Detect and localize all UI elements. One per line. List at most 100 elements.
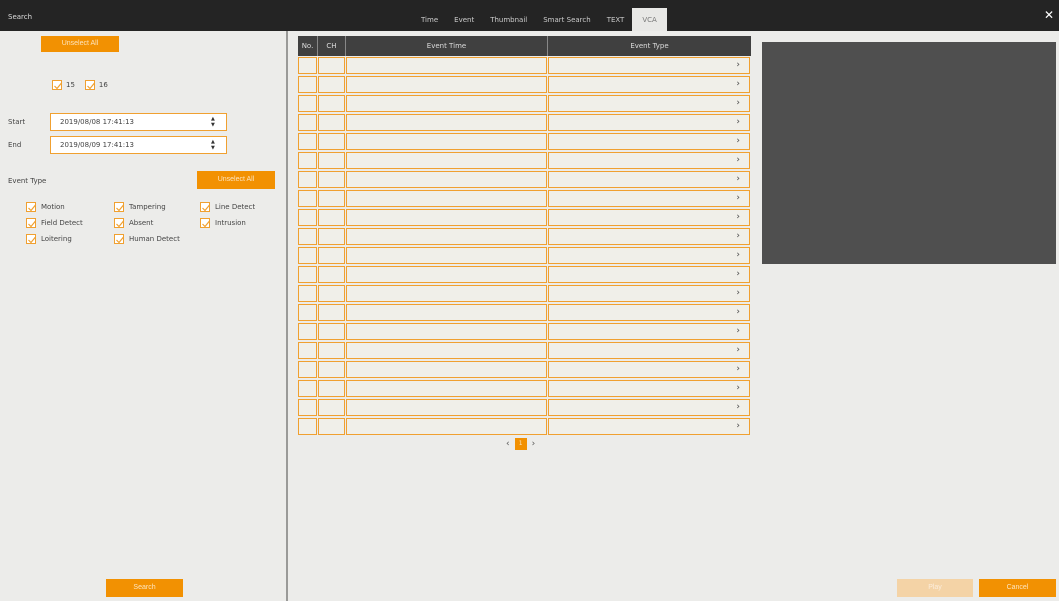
chevron-right-icon[interactable]: › [736, 117, 740, 127]
cell-no [298, 209, 317, 226]
cell-ch [318, 152, 345, 169]
prev-page-icon[interactable]: ‹ [506, 439, 510, 449]
tab-thumbnail[interactable]: Thumbnail [482, 8, 535, 31]
cell-event-type: › [548, 76, 750, 93]
play-button[interactable]: Play [897, 579, 973, 597]
unselect-all-events-button[interactable]: Unselect All [197, 171, 275, 189]
chevron-right-icon[interactable]: › [736, 383, 740, 393]
table-row[interactable]: › [298, 322, 751, 341]
cell-event-time [346, 76, 547, 93]
table-row[interactable]: › [298, 265, 751, 284]
cell-event-type: › [548, 114, 750, 131]
search-button[interactable]: Search [106, 579, 183, 597]
event-motion[interactable]: Motion [26, 202, 65, 212]
col-event-type-header: Event Type [630, 42, 669, 50]
event-field-detect[interactable]: Field Detect [26, 218, 83, 228]
cancel-button[interactable]: Cancel [979, 579, 1056, 597]
tab-vca[interactable]: VCA [632, 8, 667, 31]
table-row[interactable]: › [298, 189, 751, 208]
event-human-detect[interactable]: Human Detect [114, 234, 180, 244]
chevron-right-icon[interactable]: › [736, 250, 740, 260]
cell-event-type: › [548, 171, 750, 188]
table-row[interactable]: › [298, 113, 751, 132]
event-absent[interactable]: Absent [114, 218, 153, 228]
chevron-right-icon[interactable]: › [736, 326, 740, 336]
event-tampering[interactable]: Tampering [114, 202, 166, 212]
chevron-right-icon[interactable]: › [736, 269, 740, 279]
event-line-detect[interactable]: Line Detect [200, 202, 255, 212]
current-page[interactable]: 1 [514, 438, 527, 450]
table-row[interactable]: › [298, 398, 751, 417]
chevron-right-icon[interactable]: › [736, 174, 740, 184]
cell-event-type: › [548, 323, 750, 340]
cell-ch [318, 133, 345, 150]
tab-smart-search[interactable]: Smart Search [535, 8, 598, 31]
channel-16-checkbox[interactable] [84, 80, 95, 90]
chevron-right-icon[interactable]: › [736, 212, 740, 222]
table-row[interactable]: › [298, 132, 751, 151]
chevron-right-icon[interactable]: › [736, 60, 740, 70]
chevron-right-icon[interactable]: › [736, 231, 740, 241]
event-intrusion[interactable]: Intrusion [200, 218, 246, 228]
cell-event-type: › [548, 133, 750, 150]
cell-event-time [346, 304, 547, 321]
check-icon[interactable] [114, 234, 124, 244]
table-header: No. CH Event Time Event Type [298, 36, 751, 56]
table-row[interactable]: › [298, 208, 751, 227]
table-row[interactable]: › [298, 379, 751, 398]
end-spinner-icon[interactable]: ▲ ▼ [211, 139, 217, 151]
table-row[interactable]: › [298, 56, 751, 75]
table-row[interactable]: › [298, 360, 751, 379]
check-icon[interactable] [26, 202, 36, 212]
check-icon[interactable] [114, 218, 124, 228]
chevron-right-icon[interactable]: › [736, 155, 740, 165]
chevron-right-icon[interactable]: › [736, 98, 740, 108]
table-row[interactable]: › [298, 151, 751, 170]
cell-ch [318, 114, 345, 131]
cell-ch [318, 95, 345, 112]
table-row[interactable]: › [298, 170, 751, 189]
chevron-right-icon[interactable]: › [736, 193, 740, 203]
check-icon[interactable] [114, 202, 124, 212]
chevron-right-icon[interactable]: › [736, 307, 740, 317]
chevron-right-icon[interactable]: › [736, 79, 740, 89]
cell-event-type: › [548, 152, 750, 169]
start-datetime-field[interactable]: 2019/08/08 17:41:13 ▲ ▼ [50, 113, 227, 131]
check-icon[interactable] [26, 218, 36, 228]
table-row[interactable]: › [298, 75, 751, 94]
chevron-right-icon[interactable]: › [736, 421, 740, 431]
next-page-icon[interactable]: › [532, 439, 536, 449]
check-icon[interactable] [200, 218, 210, 228]
cell-no [298, 76, 317, 93]
table-row[interactable]: › [298, 284, 751, 303]
event-loitering[interactable]: Loitering [26, 234, 72, 244]
check-icon[interactable] [26, 234, 36, 244]
table-row[interactable]: › [298, 227, 751, 246]
table-row[interactable]: › [298, 303, 751, 322]
table-row[interactable]: › [298, 341, 751, 360]
table-row[interactable]: › [298, 417, 751, 436]
unselect-all-channels-button[interactable]: Unselect All [41, 36, 119, 52]
cell-no [298, 380, 317, 397]
chevron-right-icon[interactable]: › [736, 402, 740, 412]
tab-text[interactable]: TEXT [599, 8, 633, 31]
tab-time[interactable]: Time [413, 8, 446, 31]
close-icon[interactable]: ✕ [1044, 8, 1054, 22]
chevron-right-icon[interactable]: › [736, 345, 740, 355]
channel-15-checkbox[interactable] [52, 80, 62, 90]
cell-no [298, 152, 317, 169]
check-icon[interactable] [200, 202, 210, 212]
cell-no [298, 304, 317, 321]
cell-ch [318, 304, 345, 321]
cell-event-time [346, 228, 547, 245]
tab-event[interactable]: Event [446, 8, 482, 31]
chevron-right-icon[interactable]: › [736, 364, 740, 374]
cell-event-time [346, 171, 547, 188]
chevron-right-icon[interactable]: › [736, 288, 740, 298]
table-row[interactable]: › [298, 246, 751, 265]
table-row[interactable]: › [298, 94, 751, 113]
chevron-right-icon[interactable]: › [736, 136, 740, 146]
start-spinner-icon[interactable]: ▲ ▼ [211, 116, 217, 128]
end-datetime-field[interactable]: 2019/08/09 17:41:13 ▲ ▼ [50, 136, 227, 154]
cell-no [298, 190, 317, 207]
